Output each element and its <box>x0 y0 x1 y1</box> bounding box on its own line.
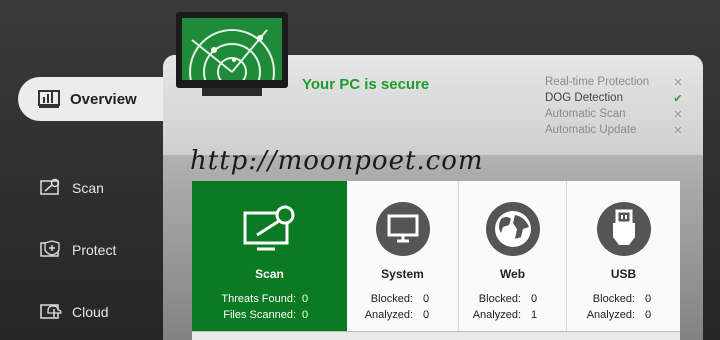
sidebar-item-protect[interactable]: Protect <box>20 228 165 272</box>
stat-label: Threats Found: <box>221 293 296 305</box>
stat-value: 1 <box>531 309 538 321</box>
web-card[interactable]: Web Blocked: 0 Analyzed: 1 <box>459 181 567 331</box>
stat-value: 0 <box>423 309 430 321</box>
stat-label: Analyzed: <box>364 309 413 321</box>
protection-status-list: Real-time Protection ✕ DOG Detection ✔ A… <box>545 74 685 138</box>
usb-icon <box>596 202 651 256</box>
module-cards: Scan Threats Found: 0 Files Scanned: 0 S… <box>192 181 680 331</box>
sidebar-item-cloud[interactable]: Cloud <box>20 290 165 334</box>
sidebar-item-label: Protect <box>72 242 117 258</box>
sidebar-item-label: Overview <box>70 90 137 108</box>
stat-label: Blocked: <box>592 293 635 305</box>
monitor-icon <box>375 202 430 256</box>
system-card[interactable]: System Blocked: 0 Analyzed: 0 <box>347 181 459 331</box>
sidebar: Overview Scan Protect Cloud <box>0 0 168 340</box>
stat-row: Analyzed: 0 <box>567 309 680 325</box>
card-stats: Blocked: 0 Analyzed: 0 <box>347 293 458 325</box>
protection-item-dog[interactable]: DOG Detection ✔ <box>545 90 685 106</box>
scan-card[interactable]: Scan Threats Found: 0 Files Scanned: 0 <box>192 181 347 331</box>
cloud-upload-icon <box>40 304 62 319</box>
sidebar-item-label: Scan <box>72 180 104 196</box>
protection-item-autoscan[interactable]: Automatic Scan ✕ <box>545 106 685 122</box>
protection-label: Real-time Protection <box>545 76 650 88</box>
stat-row: Files Scanned: 0 <box>192 309 347 325</box>
card-title: System <box>381 267 424 281</box>
stat-value: 0 <box>645 293 652 305</box>
protection-label: Automatic Update <box>545 124 637 136</box>
app-window: Overview Scan Protect Cloud Your PC is s… <box>0 0 720 340</box>
usb-card[interactable]: USB Blocked: 0 Analyzed: 0 <box>567 181 680 331</box>
protection-label: Automatic Scan <box>545 108 626 120</box>
stat-value: 0 <box>302 293 309 305</box>
card-stats: Threats Found: 0 Files Scanned: 0 <box>192 293 347 325</box>
stat-label: Files Scanned: <box>223 309 296 321</box>
sidebar-item-overview[interactable]: Overview <box>18 77 168 121</box>
status-title: Your PC is secure <box>302 76 430 93</box>
stat-value: 0 <box>302 309 309 321</box>
stat-label: Analyzed: <box>472 309 521 321</box>
stat-row: Analyzed: 1 <box>459 309 566 325</box>
protection-item-realtime[interactable]: Real-time Protection ✕ <box>545 74 685 90</box>
protection-item-autoupdate[interactable]: Automatic Update ✕ <box>545 122 685 138</box>
overview-icon <box>38 90 60 108</box>
cross-icon: ✕ <box>673 108 683 121</box>
stat-row: Blocked: 0 <box>567 293 680 309</box>
sidebar-item-scan[interactable]: Scan <box>20 166 165 210</box>
stat-label: Analyzed: <box>586 309 635 321</box>
card-title: Web <box>499 267 526 281</box>
footer-strip <box>192 331 680 340</box>
globe-icon <box>485 202 540 256</box>
stat-value: 0 <box>531 293 538 305</box>
stat-label: Blocked: <box>478 293 521 305</box>
protection-label: DOG Detection <box>545 92 623 104</box>
stat-row: Blocked: 0 <box>459 293 566 309</box>
watermark-text: http://moonpoet.com <box>190 146 484 176</box>
card-stats: Blocked: 0 Analyzed: 1 <box>459 293 566 325</box>
cross-icon: ✕ <box>673 124 683 137</box>
radar-monitor-icon <box>176 12 288 96</box>
shield-plus-icon <box>40 240 60 257</box>
check-icon: ✔ <box>673 92 683 105</box>
stat-row: Threats Found: 0 <box>192 293 347 309</box>
stat-row: Blocked: 0 <box>347 293 458 309</box>
stat-value: 0 <box>645 309 652 321</box>
card-stats: Blocked: 0 Analyzed: 0 <box>567 293 680 325</box>
scan-icon <box>40 178 60 195</box>
stat-label: Blocked: <box>370 293 413 305</box>
sidebar-item-label: Cloud <box>72 304 109 320</box>
stat-value: 0 <box>423 293 430 305</box>
stat-row: Analyzed: 0 <box>347 309 458 325</box>
card-title: Scan <box>255 267 284 281</box>
card-title: USB <box>610 267 637 281</box>
cross-icon: ✕ <box>673 76 683 89</box>
scan-icon <box>243 205 294 251</box>
